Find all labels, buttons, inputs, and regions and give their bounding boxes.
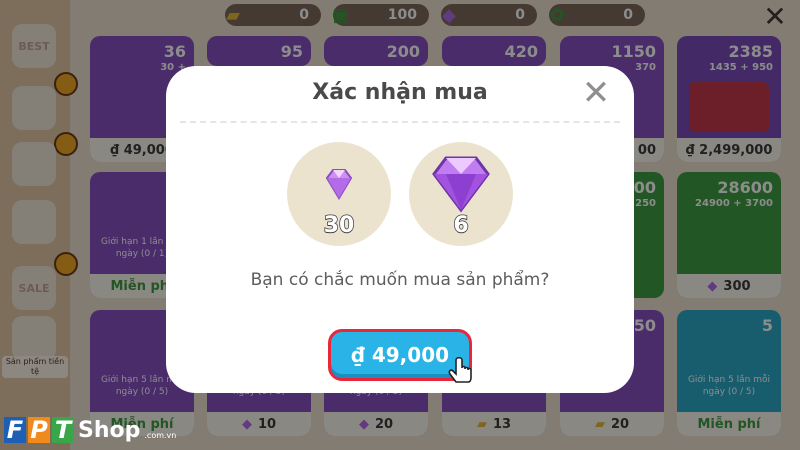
brand-watermark: FPT Shop .com.vn: [4, 414, 176, 446]
item-count: 30: [323, 212, 355, 239]
buy-button-label: ₫ 49,000: [350, 343, 450, 367]
watermark-shop: Shop: [78, 417, 141, 443]
dialog-title: Xác nhận mua: [312, 80, 488, 105]
logo-letter-f: F: [4, 417, 26, 443]
pointer-hand-icon: [448, 356, 472, 383]
watermark-domain: .com.vn: [144, 430, 177, 440]
small-gem-icon: [325, 169, 353, 200]
reward-item: 6: [409, 142, 513, 246]
brand-logo: FPT: [4, 417, 74, 443]
divider: [180, 121, 620, 123]
reward-item: 30: [287, 142, 391, 246]
logo-letter-p: P: [28, 417, 50, 443]
item-count: 6: [453, 212, 470, 239]
purchase-confirm-dialog: Xác nhận mua ✕ 30 6 Bạn có chắc muốn mua…: [166, 66, 634, 393]
logo-letter-t: T: [52, 417, 74, 443]
close-icon[interactable]: ✕: [580, 76, 612, 110]
large-gem-icon: [432, 156, 490, 213]
confirm-question: Bạn có chắc muốn mua sản phẩm?: [250, 270, 550, 290]
